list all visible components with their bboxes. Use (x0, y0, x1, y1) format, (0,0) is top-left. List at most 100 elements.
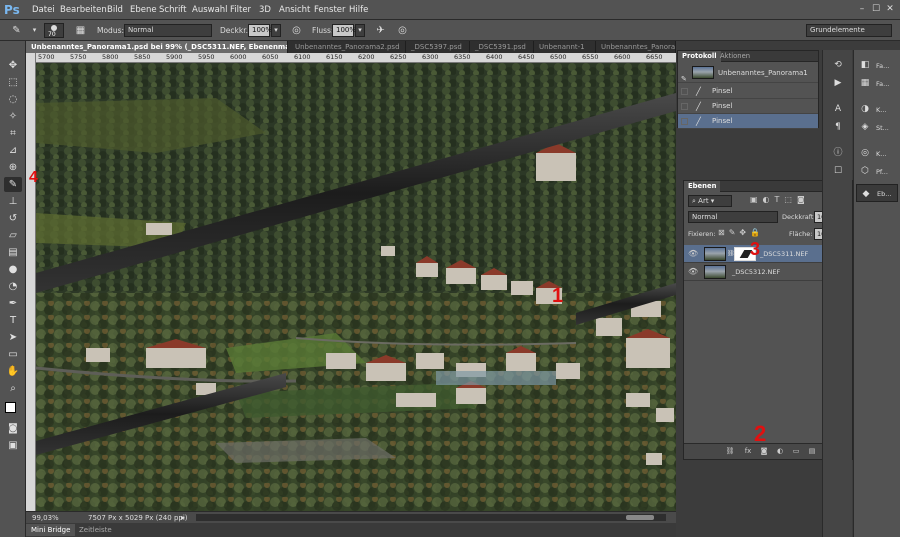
gradient-tool-icon[interactable]: ▤ (4, 245, 22, 260)
visibility-eye-icon[interactable]: 👁 (688, 263, 698, 281)
dock-label[interactable]: Fa... (876, 62, 889, 70)
dock-label[interactable]: Pf... (876, 168, 888, 176)
quick-mask-icon[interactable]: ◙ (4, 421, 22, 436)
tab-zeitleiste[interactable]: Zeitleiste (74, 524, 117, 536)
menu-ansicht[interactable]: Ansicht (279, 5, 310, 15)
history-brush-tool-icon[interactable]: ↺ (4, 211, 22, 226)
tab-unbenannt1[interactable]: Unbenannt-1 (534, 41, 596, 53)
menu-ebene[interactable]: Ebene (130, 5, 157, 15)
pen-tool-icon[interactable]: ✒ (4, 296, 22, 311)
dodge-tool-icon[interactable]: ◔ (4, 279, 22, 294)
fluss-input[interactable]: 100% (332, 24, 356, 37)
history-step[interactable]: ╱ Pinsel (678, 99, 818, 114)
tab-dsc5397[interactable]: _DSC5397.psd (406, 41, 470, 53)
history-snapshot[interactable]: ✎ Unbenanntes_Panorama1 (678, 63, 818, 83)
deckkraft-input[interactable]: 100% (248, 24, 272, 37)
layer-filter-select[interactable]: ⌕ Art ▾ (688, 195, 732, 207)
horizontal-scrollbar[interactable] (196, 514, 666, 521)
history-source-checkbox[interactable] (681, 118, 688, 125)
visibility-eye-icon[interactable]: 👁 (688, 245, 698, 263)
fluss-slider-arrow-icon[interactable]: ▾ (355, 24, 365, 37)
menu-auswahl[interactable]: Auswahl (192, 5, 228, 15)
blend-mode-select[interactable]: Normal (688, 211, 778, 223)
tab-ebenen[interactable]: Ebenen (684, 181, 721, 192)
eraser-tool-icon[interactable]: ▱ (4, 228, 22, 243)
adjustment-layer-icon[interactable]: ◐ (774, 446, 786, 456)
tab-panorama1[interactable]: Unbenanntes_Panorama1.psd bei 99% (_DSC5… (26, 41, 288, 53)
tab-panorama2[interactable]: Unbenanntes_Panorama2.psd (290, 41, 406, 53)
styles-icon[interactable]: ◈ (858, 120, 872, 134)
status-menu-arrow-icon[interactable]: ▸ (181, 513, 185, 522)
channels-icon[interactable]: ◎ (858, 146, 872, 160)
lock-icons[interactable]: ⊠✎✥🔒 (718, 228, 764, 237)
brush-tool-icon[interactable]: ✎ (10, 24, 23, 37)
actions-panel-icon[interactable]: ▶ (831, 76, 845, 90)
link-layers-icon[interactable]: ⛓ (724, 446, 736, 456)
clone-stamp-tool-icon[interactable]: ⊥ (4, 194, 22, 209)
foreground-color-swatch[interactable] (5, 402, 16, 413)
lasso-tool-icon[interactable]: ◌ (4, 92, 22, 107)
eyedropper-tool-icon[interactable]: ⊿ (4, 143, 22, 158)
dock-label[interactable]: K... (876, 150, 886, 158)
brush-tool-icon[interactable]: ✎ (4, 177, 22, 192)
workspace-select[interactable]: Grundelemente (806, 24, 892, 37)
new-layer-icon[interactable]: ▤ (806, 446, 818, 456)
tab-mini-bridge[interactable]: Mini Bridge (26, 524, 76, 536)
menu-schrift[interactable]: Schrift (159, 5, 187, 15)
scrollbar-thumb[interactable] (626, 515, 654, 520)
deckkraft-slider-arrow-icon[interactable]: ▾ (271, 24, 281, 37)
zoom-tool-icon[interactable]: ⌕ (4, 381, 22, 396)
spot-healing-tool-icon[interactable]: ⊕ (4, 160, 22, 175)
document-canvas[interactable]: 1 (36, 63, 676, 511)
history-step-active[interactable]: ╱ Pinsel (678, 114, 818, 129)
move-tool-icon[interactable]: ✥ (4, 58, 22, 73)
type-tool-icon[interactable]: T (4, 313, 22, 328)
tab-protokoll[interactable]: Protokoll (678, 51, 721, 62)
menu-bild[interactable]: Bild (107, 5, 123, 15)
menu-fenster[interactable]: Fenster (314, 5, 346, 15)
history-source-checkbox[interactable] (681, 103, 688, 110)
menu-bearbeiten[interactable]: Bearbeiten (60, 5, 107, 15)
history-source-checkbox[interactable] (681, 88, 688, 95)
hand-tool-icon[interactable]: ✋ (4, 364, 22, 379)
crop-tool-icon[interactable]: ⌗ (4, 126, 22, 141)
dock-label[interactable]: St... (876, 124, 889, 132)
history-panel-icon[interactable]: ⟲ (831, 58, 845, 72)
paragraph-panel-icon[interactable]: ¶ (831, 120, 845, 134)
pressure-size-icon[interactable]: ◎ (396, 24, 409, 37)
layer-style-icon[interactable]: fx (742, 446, 754, 456)
maximize-button[interactable]: ☐ (870, 3, 882, 15)
adjustments-icon[interactable]: ◑ (858, 102, 872, 116)
paths-icon[interactable]: ⬡ (858, 164, 872, 178)
minimize-button[interactable]: – (856, 3, 868, 15)
history-step[interactable]: ╱ Pinsel (678, 84, 818, 99)
tab-panorama-more[interactable]: Unbenanntes_Panora (596, 41, 676, 53)
info-panel-icon[interactable]: ⓘ (831, 146, 845, 160)
add-mask-icon[interactable]: ◙ (758, 446, 770, 456)
menu-filter[interactable]: Filter (230, 5, 251, 15)
swatches-grid-icon[interactable]: ▦ (858, 76, 872, 90)
brush-dropdown-arrow-icon[interactable]: ▾ (28, 24, 41, 37)
tab-aktionen[interactable]: Aktionen (716, 51, 754, 62)
document-info[interactable]: 7507 Px x 5029 Px (240 ppi) (88, 514, 188, 522)
blur-tool-icon[interactable]: ● (4, 262, 22, 277)
notes-panel-icon[interactable]: ☐ (831, 164, 845, 178)
quick-selection-tool-icon[interactable]: ✧ (4, 109, 22, 124)
layer-filter-icons[interactable]: ▣◐T⬚◙ (750, 195, 810, 204)
menu-hilfe[interactable]: Hilfe (349, 5, 368, 15)
screen-mode-icon[interactable]: ▣ (4, 438, 22, 453)
close-button[interactable]: ✕ (884, 3, 896, 15)
dock-label[interactable]: K... (876, 106, 886, 114)
layers-dock-button[interactable]: ◆ Eb... (856, 184, 898, 202)
character-panel-icon[interactable]: A (831, 102, 845, 116)
airbrush-icon[interactable]: ✈ (374, 24, 387, 37)
path-selection-tool-icon[interactable]: ➤ (4, 330, 22, 345)
zoom-level[interactable]: 99,03% (32, 514, 59, 522)
pressure-opacity-icon[interactable]: ◎ (290, 24, 303, 37)
modus-select[interactable]: Normal (124, 24, 212, 37)
marquee-tool-icon[interactable]: ⬚ (4, 75, 22, 90)
color-swatch-icon[interactable]: ◧ (858, 58, 872, 72)
dock-label[interactable]: Fa... (876, 80, 889, 88)
brush-panel-toggle-icon[interactable]: ▦ (74, 24, 87, 37)
brush-preset-picker[interactable]: 70 (44, 23, 64, 38)
